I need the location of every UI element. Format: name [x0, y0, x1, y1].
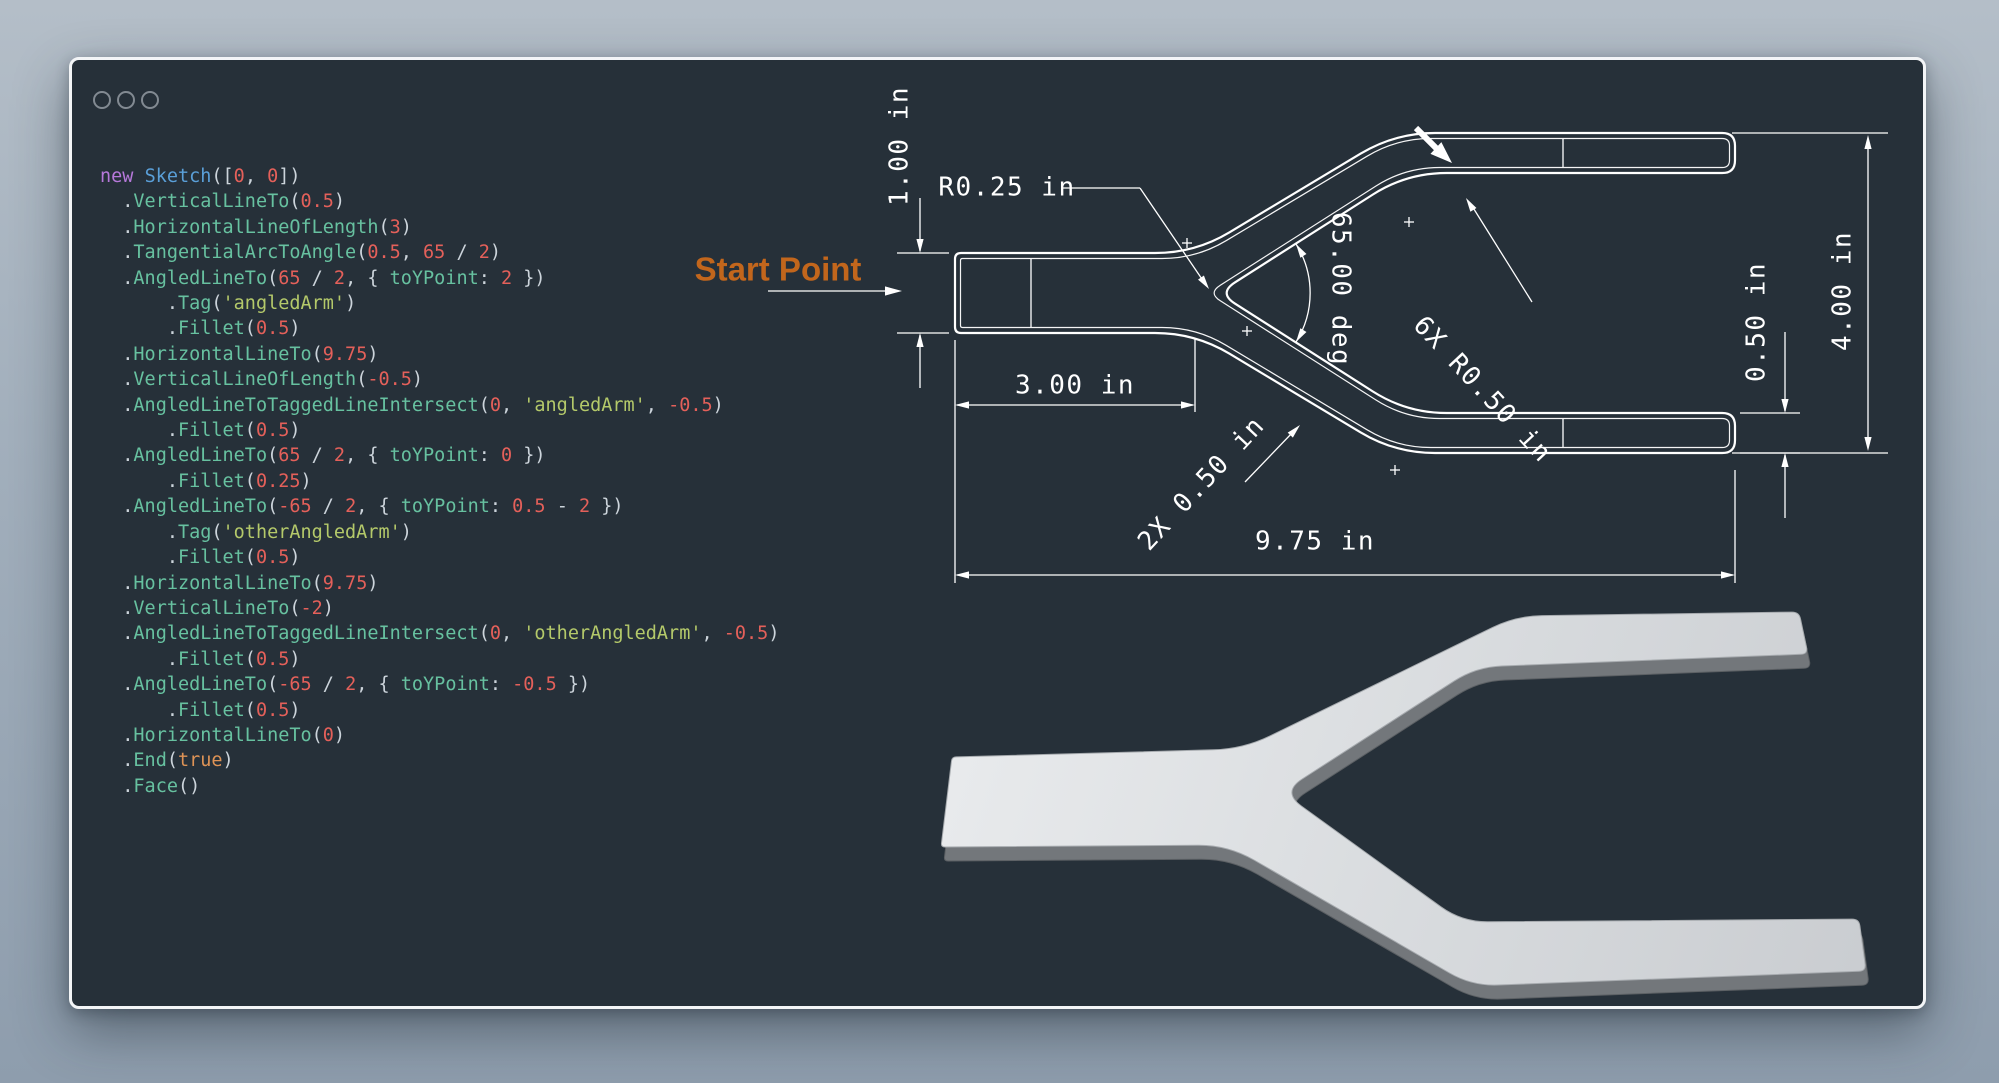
window-controls	[93, 91, 159, 109]
code-line: .AngledLineTo(-65 / 2, { toYPoint: 0.5 -…	[100, 494, 779, 519]
code-editor[interactable]: new Sketch([0, 0]) .VerticalLineTo(0.5) …	[100, 164, 779, 799]
code-line: .AngledLineTo(-65 / 2, { toYPoint: -0.5 …	[100, 672, 779, 697]
code-line: .Face()	[100, 774, 779, 799]
code-line: .Fillet(0.5)	[100, 545, 779, 570]
code-line: .HorizontalLineTo(9.75)	[100, 571, 779, 596]
code-line: .HorizontalLineTo(9.75)	[100, 342, 779, 367]
code-line: .Fillet(0.25)	[100, 469, 779, 494]
code-line: .VerticalLineOfLength(-0.5)	[100, 367, 779, 392]
code-line: .VerticalLineTo(-2)	[100, 596, 779, 621]
code-line: .AngledLineToTaggedLineIntersect(0, 'ang…	[100, 393, 779, 418]
code-line: .Fillet(0.5)	[100, 698, 779, 723]
code-line: .End(true)	[100, 748, 779, 773]
window-control-zoom-icon[interactable]	[141, 91, 159, 109]
code-line: .Fillet(0.5)	[100, 418, 779, 443]
code-line: new Sketch([0, 0])	[100, 164, 779, 189]
code-line: .Fillet(0.5)	[100, 647, 779, 672]
code-line: .AngledLineTo(65 / 2, { toYPoint: 0 })	[100, 443, 779, 468]
code-line: .Tag('angledArm')	[100, 291, 779, 316]
window-control-close-icon[interactable]	[93, 91, 111, 109]
desktop-background: { "window": { "controls": [ {"name": "cl…	[0, 0, 1999, 1083]
code-line: .VerticalLineTo(0.5)	[100, 189, 779, 214]
code-line: .AngledLineTo(65 / 2, { toYPoint: 2 })	[100, 266, 779, 291]
code-line: .AngledLineToTaggedLineIntersect(0, 'oth…	[100, 621, 779, 646]
code-line: .Fillet(0.5)	[100, 316, 779, 341]
window-control-minimize-icon[interactable]	[117, 91, 135, 109]
code-line: .HorizontalLineOfLength(3)	[100, 215, 779, 240]
code-line: .TangentialArcToAngle(0.5, 65 / 2)	[100, 240, 779, 265]
code-line: .Tag('otherAngledArm')	[100, 520, 779, 545]
app-window: new Sketch([0, 0]) .VerticalLineTo(0.5) …	[69, 57, 1926, 1009]
code-line: .HorizontalLineTo(0)	[100, 723, 779, 748]
